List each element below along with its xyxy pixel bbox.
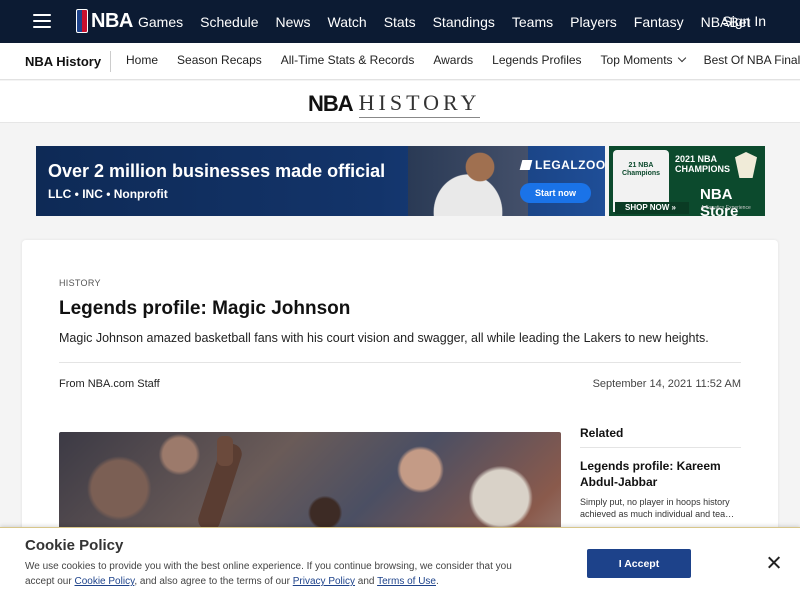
article-divider <box>59 362 741 363</box>
nav-link-watch[interactable]: Watch <box>328 14 367 30</box>
nav-link-teams[interactable]: Teams <box>512 14 553 30</box>
menu-icon[interactable] <box>33 14 51 28</box>
top-navigation: NBA Games Schedule News Watch Stats Stan… <box>0 0 800 43</box>
shop-now-button[interactable]: SHOP NOW » <box>615 202 689 214</box>
ad-banner-nba-store[interactable]: 21 NBA Champions 2021 NBA CHAMPIONS NBA … <box>609 146 765 216</box>
nav-link-stats[interactable]: Stats <box>384 14 416 30</box>
nba-logo[interactable]: NBA <box>76 9 133 33</box>
cookie-text-part2: , and also agree to the terms of our <box>134 576 290 587</box>
legalzoom-icon <box>519 160 533 170</box>
nav-link-games[interactable]: Games <box>138 14 183 30</box>
related-item-title[interactable]: Legends profile: Kareem Abdul-Jabbar <box>580 459 740 490</box>
subnav-link-top-moments-label: Top Moments <box>600 53 673 67</box>
ad-champions-line2: CHAMPIONS <box>675 164 731 175</box>
cookie-title: Cookie Policy <box>25 537 124 554</box>
related-heading: Related <box>580 426 624 440</box>
main-nav-links: Games Schedule News Watch Stats Standing… <box>138 0 767 43</box>
nav-link-news[interactable]: News <box>276 14 311 30</box>
subnav-link-home[interactable]: Home <box>126 53 158 67</box>
related-item-snippet: Simply put, no player in hoops history a… <box>580 497 735 520</box>
sub-navigation: NBA History Home Season Recaps All-Time … <box>0 43 800 80</box>
ad-banner-legalzoom[interactable]: Over 2 million businesses made official … <box>36 146 605 216</box>
article-title: Legends profile: Magic Johnson <box>59 298 351 319</box>
nav-link-schedule[interactable]: Schedule <box>200 14 258 30</box>
nav-link-players[interactable]: Players <box>570 14 617 30</box>
cookie-text-part3: and <box>357 576 375 587</box>
article-dek: Magic Johnson amazed basketball fans wit… <box>59 331 709 345</box>
cookie-policy-link[interactable]: Cookie Policy <box>74 576 134 587</box>
ad-brand: LEGALZOOM <box>519 158 605 172</box>
accept-cookies-button[interactable]: I Accept <box>587 549 691 578</box>
subnav-links: Home Season Recaps All-Time Stats & Reco… <box>126 53 800 67</box>
privacy-policy-link[interactable]: Privacy Policy <box>293 576 355 587</box>
article-eyebrow[interactable]: HISTORY <box>59 278 101 288</box>
ad-champions-line1: 2021 NBA <box>675 154 718 164</box>
cookie-text: We use cookies to provide you with the b… <box>25 559 535 589</box>
related-divider <box>580 447 741 448</box>
ad-headline: Over 2 million businesses made official <box>48 161 386 181</box>
ad-start-now-button[interactable]: Start now <box>520 183 591 203</box>
subnav-link-best-of-finals[interactable]: Best Of NBA Finals <box>704 53 800 67</box>
nba-logo-text: NBA <box>91 9 133 32</box>
hero-hand-shape <box>217 436 233 466</box>
ad-person-image <box>408 146 528 216</box>
history-logo-nba: NBA <box>308 91 354 116</box>
section-brand[interactable]: NBA History <box>25 54 101 69</box>
history-logo-word: HISTORY <box>358 90 481 118</box>
terms-of-use-link[interactable]: Terms of Use <box>377 576 436 587</box>
subnav-link-legends-profiles[interactable]: Legends Profiles <box>492 53 581 67</box>
subnav-link-all-time-stats[interactable]: All-Time Stats & Records <box>281 53 415 67</box>
nba-store-sublabel: A Fanatics Experience <box>701 205 751 211</box>
subnav-link-top-moments[interactable]: Top Moments <box>600 53 686 67</box>
bucks-logo-icon <box>735 152 757 178</box>
nav-link-fantasy[interactable]: Fantasy <box>634 14 684 30</box>
chevron-down-icon <box>677 53 686 63</box>
subnav-divider <box>110 51 111 72</box>
subnav-link-awards[interactable]: Awards <box>433 53 473 67</box>
ad-subline: LLC • INC • Nonprofit <box>48 187 168 201</box>
shirt-text: 21 NBA Champions <box>621 162 661 177</box>
cookie-banner: Cookie Policy We use cookies to provide … <box>0 527 800 600</box>
sign-in-link[interactable]: Sign In <box>722 13 766 29</box>
article-date: September 14, 2021 11:52 AM <box>592 378 741 390</box>
close-icon[interactable] <box>765 554 783 572</box>
cookie-text-part4: . <box>436 576 439 587</box>
nba-logo-mark <box>76 9 88 33</box>
nba-store-label: NBA Store <box>700 186 739 216</box>
nba-history-logo[interactable]: NBA HISTORY <box>308 90 481 118</box>
nav-link-standings[interactable]: Standings <box>433 14 495 30</box>
ad-champions-text: 2021 NBA CHAMPIONS <box>675 154 730 175</box>
ad-brand-label: LEGALZOOM <box>535 158 605 172</box>
article-byline: From NBA.com Staff <box>59 378 160 390</box>
subnav-link-season-recaps[interactable]: Season Recaps <box>177 53 262 67</box>
history-banner: NBA HISTORY <box>0 81 800 123</box>
